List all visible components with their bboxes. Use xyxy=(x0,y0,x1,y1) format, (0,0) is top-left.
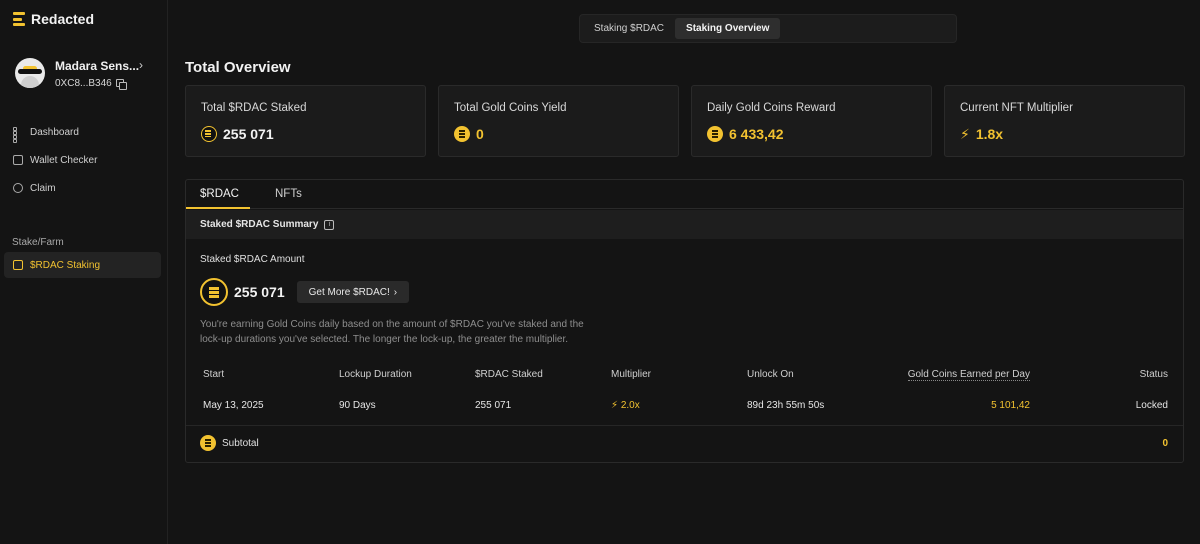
info-icon[interactable]: i xyxy=(324,219,335,230)
cell-multiplier: ⚡ 2.0x xyxy=(611,400,640,411)
stat-card-daily-reward: Daily Gold Coins Reward 6 433,42 xyxy=(691,85,932,157)
column-header: Multiplier xyxy=(611,369,652,380)
sidebar: Redacted Madara Sens... › 0XC8...B346 Da… xyxy=(0,0,168,544)
summary-title: Staked $RDAC Summary xyxy=(200,219,319,230)
sidebar-item-label: Wallet Checker xyxy=(30,154,98,166)
button-label: Get More $RDAC! xyxy=(308,286,390,298)
tab-nfts[interactable]: NFTs xyxy=(275,188,302,200)
stat-label: Total Gold Coins Yield xyxy=(454,102,567,114)
lightning-icon: ⚡ xyxy=(960,126,970,142)
subtotal-label: Subtotal xyxy=(222,437,259,449)
dashboard-icon xyxy=(13,127,23,143)
app-name: Redacted xyxy=(31,11,95,27)
cell-lockup: 90 Days xyxy=(339,400,376,411)
panel-tabs: $RDAC NFTs xyxy=(186,180,1183,209)
summary-header: Staked $RDAC Summary i xyxy=(186,210,1183,239)
staking-icon xyxy=(13,260,23,270)
amount-row: 255 071 Get More $RDAC! › xyxy=(200,278,410,306)
cell-staked: 255 071 xyxy=(475,400,512,411)
chevron-right-icon: › xyxy=(393,286,398,298)
tab-staking-rdac[interactable]: Staking $RDAC xyxy=(583,18,675,39)
subtotal-value: 0 xyxy=(1162,438,1168,449)
page-title: Total Overview xyxy=(185,59,291,76)
active-tab-indicator xyxy=(186,207,250,209)
cell-earned: 5 101,42 xyxy=(991,400,1030,411)
divider xyxy=(186,425,1183,426)
sidebar-item-rdac-staking[interactable]: $RDAC Staking xyxy=(4,252,161,278)
section-label-stake-farm: Stake/Farm xyxy=(12,237,64,248)
stat-label: Total $RDAC Staked xyxy=(201,102,307,114)
wallet-icon xyxy=(13,155,23,165)
rdac-coin-icon xyxy=(201,126,217,142)
sidebar-item-label: $RDAC Staking xyxy=(30,259,101,271)
top-tab-switcher: Staking $RDAC Staking Overview xyxy=(579,14,957,43)
stat-value-row: ⚡ 1.8x xyxy=(960,126,1003,142)
avatar xyxy=(15,58,45,88)
column-header[interactable]: Gold Coins Earned per Day xyxy=(907,369,1030,381)
sidebar-item-wallet-checker[interactable]: Wallet Checker xyxy=(4,147,161,173)
gold-coin-icon xyxy=(454,126,470,142)
stat-card-total-staked: Total $RDAC Staked 255 071 xyxy=(185,85,426,157)
stat-value-row: 255 071 xyxy=(201,126,274,142)
tab-rdac[interactable]: $RDAC xyxy=(200,188,239,200)
tab-staking-overview[interactable]: Staking Overview xyxy=(675,18,781,39)
amount-label: Staked $RDAC Amount xyxy=(200,254,305,265)
column-header: Status xyxy=(1139,369,1168,380)
redacted-logo-icon xyxy=(13,12,25,26)
wallet-address-row: 0XC8...B346 xyxy=(55,78,127,90)
staking-description: You're earning Gold Coins daily based on… xyxy=(200,319,584,345)
column-header: Unlock On xyxy=(747,369,794,380)
column-header: Start xyxy=(203,369,225,380)
stat-value: 255 071 xyxy=(223,126,274,142)
rdac-coin-icon xyxy=(200,278,228,306)
sidebar-item-label: Claim xyxy=(30,182,56,194)
stat-value-row: 0 xyxy=(454,126,484,142)
stat-value-row: 6 433,42 xyxy=(707,126,784,142)
profile-name: Madara Sens... xyxy=(55,59,140,73)
amount-value: 255 071 xyxy=(234,284,285,300)
get-more-rdac-button[interactable]: Get More $RDAC! › xyxy=(296,281,410,303)
cell-status: Locked xyxy=(1135,400,1168,411)
stat-value: 6 433,42 xyxy=(729,126,784,142)
stat-label: Current NFT Multiplier xyxy=(960,102,1073,114)
stat-value: 0 xyxy=(476,126,484,142)
sidebar-item-label: Dashboard xyxy=(30,126,79,138)
gold-coin-icon xyxy=(200,435,216,451)
stat-value: 1.8x xyxy=(975,126,1004,142)
stat-card-nft-multiplier: Current NFT Multiplier ⚡ 1.8x xyxy=(944,85,1185,157)
profile-card[interactable]: Madara Sens... › 0XC8...B346 xyxy=(15,58,160,90)
staking-summary-panel: $RDAC NFTs Staked $RDAC Summary i Staked… xyxy=(185,179,1184,463)
sidebar-item-dashboard[interactable]: Dashboard xyxy=(4,119,161,145)
multiplier-value: 2.0x xyxy=(620,400,640,411)
sidebar-item-claim[interactable]: Claim xyxy=(4,175,161,201)
cell-unlock: 89d 23h 55m 50s xyxy=(747,400,825,411)
copy-icon[interactable] xyxy=(115,79,127,90)
main-content: Staking $RDAC Staking Overview Total Ove… xyxy=(168,0,1200,544)
claim-icon xyxy=(13,183,23,193)
stat-card-gold-yield: Total Gold Coins Yield 0 xyxy=(438,85,679,157)
cell-start: May 13, 2025 xyxy=(203,400,264,411)
logo[interactable]: Redacted xyxy=(13,11,94,27)
column-header: Lockup Duration xyxy=(339,369,412,380)
subtotal-row: Subtotal xyxy=(200,435,259,451)
column-header: $RDAC Staked xyxy=(475,369,543,380)
lightning-icon: ⚡ xyxy=(611,400,619,411)
stat-label: Daily Gold Coins Reward xyxy=(707,102,836,114)
chevron-right-icon[interactable]: › xyxy=(139,58,143,72)
wallet-address: 0XC8...B346 xyxy=(55,78,112,89)
gold-coin-icon xyxy=(707,126,723,142)
